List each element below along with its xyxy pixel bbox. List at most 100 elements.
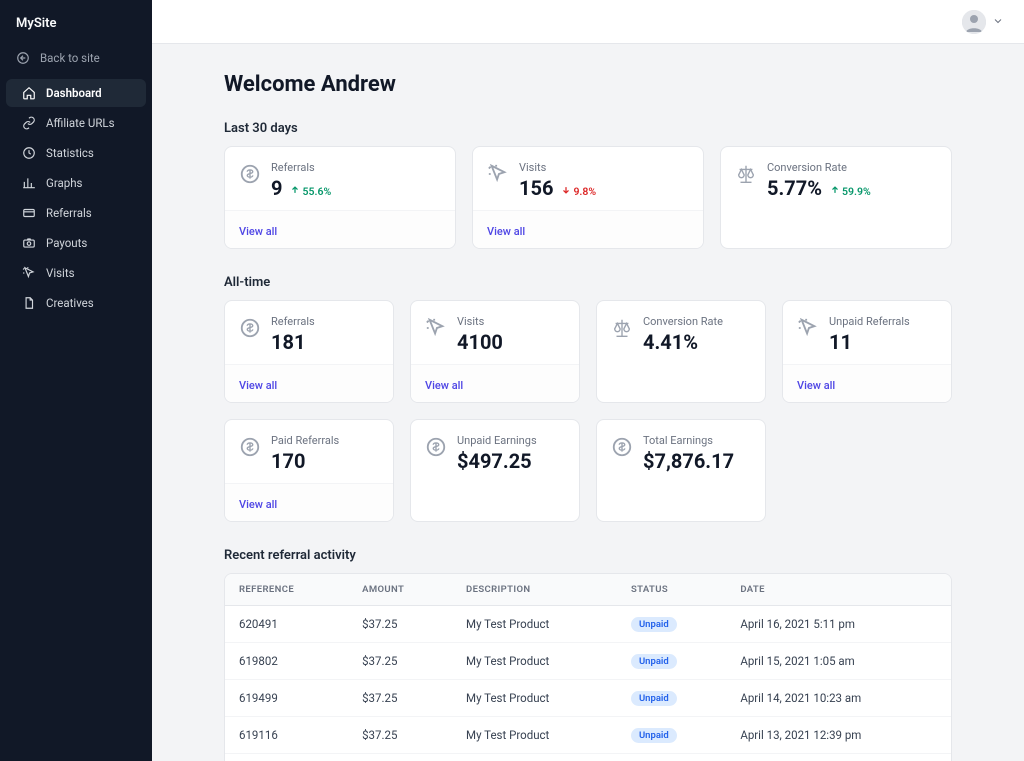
stat-card-visits: Visits1569.8%View all	[472, 146, 704, 249]
sidebar-item-label: Creatives	[46, 296, 94, 310]
section-title-last30: Last 30 days	[224, 121, 952, 136]
sidebar-item-label: Referrals	[46, 206, 92, 220]
column-header-amount: Amount	[348, 574, 452, 606]
stat-card-unpaid-earnings: Unpaid Earnings $497.25	[410, 419, 580, 522]
dollar-icon	[611, 436, 633, 458]
sidebar-item-creatives[interactable]: Creatives	[6, 289, 146, 317]
avatar	[962, 10, 986, 34]
cell-reference: 619499	[225, 680, 348, 717]
sidebar-item-label: Visits	[46, 266, 75, 280]
cell-amount: $37.25	[348, 717, 452, 754]
table-row[interactable]: 619116$37.25My Test ProductUnpaidApril 1…	[225, 717, 951, 754]
stat-card-conversion-rate: Conversion Rate 4.41%	[596, 300, 766, 403]
cell-date: April 13, 2021 12:39 pm	[726, 717, 951, 754]
cursor-icon	[487, 163, 509, 185]
table-row[interactable]: 619802$37.25My Test ProductUnpaidApril 1…	[225, 643, 951, 680]
view-all-link[interactable]: View all	[239, 379, 277, 392]
sidebar-item-dashboard[interactable]: Dashboard	[6, 79, 146, 107]
cursor-icon	[797, 317, 819, 339]
cursor-icon	[22, 266, 36, 280]
stat-label: Paid Referrals	[271, 434, 339, 447]
view-all-link[interactable]: View all	[239, 225, 277, 238]
sidebar-item-affiliate-urls[interactable]: Affiliate URLs	[6, 109, 146, 137]
cell-status: Unpaid	[617, 717, 726, 754]
chart-icon	[22, 176, 36, 190]
stat-card-visits: Visits4100View all	[410, 300, 580, 403]
stat-value: 181	[271, 330, 305, 354]
card-footer: View all	[225, 210, 455, 248]
view-all-link[interactable]: View all	[487, 225, 525, 238]
stat-label: Conversion Rate	[767, 161, 871, 174]
clock-icon	[22, 146, 36, 160]
stat-value: 5.77%	[767, 176, 822, 200]
status-badge: Unpaid	[631, 728, 677, 743]
cell-description: My Test Product	[452, 606, 617, 643]
view-all-link[interactable]: View all	[797, 379, 835, 392]
table-row[interactable]: 620491$37.25My Test Product Unpaid April 1…	[225, 606, 951, 643]
stat-label: Total Earnings	[643, 434, 734, 447]
page-title: Welcome Andrew	[224, 72, 952, 97]
sidebar-item-statistics[interactable]: Statistics	[6, 139, 146, 167]
sidebar-item-label: Graphs	[46, 176, 83, 190]
trend-value: 55.6%	[302, 185, 331, 198]
home-icon	[22, 86, 36, 100]
cell-amount: $37.25	[348, 680, 452, 717]
card-footer: View all	[473, 210, 703, 248]
table-row[interactable]: 614286$37.25My Test ProductUnpaidMarch 3…	[225, 754, 951, 761]
cell-description: My Test Product	[452, 680, 617, 717]
dollar-icon	[425, 436, 447, 458]
camera-icon	[22, 236, 36, 250]
user-menu[interactable]	[962, 10, 1004, 34]
stat-card-referrals: Referrals955.6%View all	[224, 146, 456, 249]
sidebar-item-payouts[interactable]: Payouts	[6, 229, 146, 257]
arrow-up-icon	[830, 185, 840, 198]
column-header-reference: Reference	[225, 574, 348, 606]
stat-value: $497.25	[457, 449, 532, 473]
stat-label: Unpaid Earnings	[457, 434, 537, 447]
alltime-grid-row1: Referrals181View allVisits4100View allCo…	[224, 300, 952, 403]
sidebar-item-visits[interactable]: Visits	[6, 259, 146, 287]
cell-reference: 620491	[225, 606, 348, 643]
stat-value: 4100	[457, 330, 503, 354]
cell-date: March 30, 2021 5:29 pm	[726, 754, 951, 761]
stat-label: Referrals	[271, 161, 331, 174]
main-column: Welcome Andrew Last 30 days Referrals955…	[152, 0, 1024, 761]
cell-amount: $37.25	[348, 606, 452, 643]
sidebar-item-label: Statistics	[46, 146, 94, 160]
column-header-description: Description	[452, 574, 617, 606]
stat-card-total-earnings: Total Earnings $7,876.17	[596, 419, 766, 522]
topbar	[152, 0, 1024, 44]
card-footer: View all	[225, 364, 393, 402]
stat-card-referrals: Referrals181View all	[224, 300, 394, 403]
column-header-date: Date	[726, 574, 951, 606]
document-icon	[22, 296, 36, 310]
stat-card-paid-referrals: Paid Referrals170View all	[224, 419, 394, 522]
stat-label: Conversion Rate	[643, 315, 723, 328]
dollar-icon	[239, 163, 261, 185]
status-badge: Unpaid	[631, 617, 677, 632]
activity-table: ReferenceAmountDescriptionStatusDate 620…	[225, 574, 951, 761]
trend-value: 59.9%	[842, 185, 871, 198]
arrow-down-icon	[561, 185, 571, 198]
table-row[interactable]: 619499$37.25My Test ProductUnpaidApril 1…	[225, 680, 951, 717]
sidebar-item-referrals[interactable]: Referrals	[6, 199, 146, 227]
status-badge: Unpaid	[631, 654, 677, 669]
cell-date: April 15, 2021 1:05 am	[726, 643, 951, 680]
arrow-left-circle-icon	[16, 51, 30, 65]
stat-value: 4.41%	[643, 330, 698, 354]
cell-description: My Test Product	[452, 643, 617, 680]
cell-date: April 16, 2021 5:11 pm	[726, 606, 951, 643]
cell-reference: 614286	[225, 754, 348, 761]
back-to-site-label: Back to site	[40, 51, 100, 65]
stat-value: $7,876.17	[643, 449, 734, 473]
view-all-link[interactable]: View all	[425, 379, 463, 392]
trend-indicator: 59.9%	[830, 185, 871, 198]
alltime-grid-row2: Paid Referrals170View allUnpaid Earnings…	[224, 419, 952, 522]
column-header-status: Status	[617, 574, 726, 606]
content-area: Welcome Andrew Last 30 days Referrals955…	[152, 44, 1024, 761]
stat-label: Visits	[519, 161, 596, 174]
link-icon	[22, 116, 36, 130]
sidebar-item-graphs[interactable]: Graphs	[6, 169, 146, 197]
back-to-site-link[interactable]: Back to site	[0, 43, 152, 73]
view-all-link[interactable]: View all	[239, 498, 277, 511]
